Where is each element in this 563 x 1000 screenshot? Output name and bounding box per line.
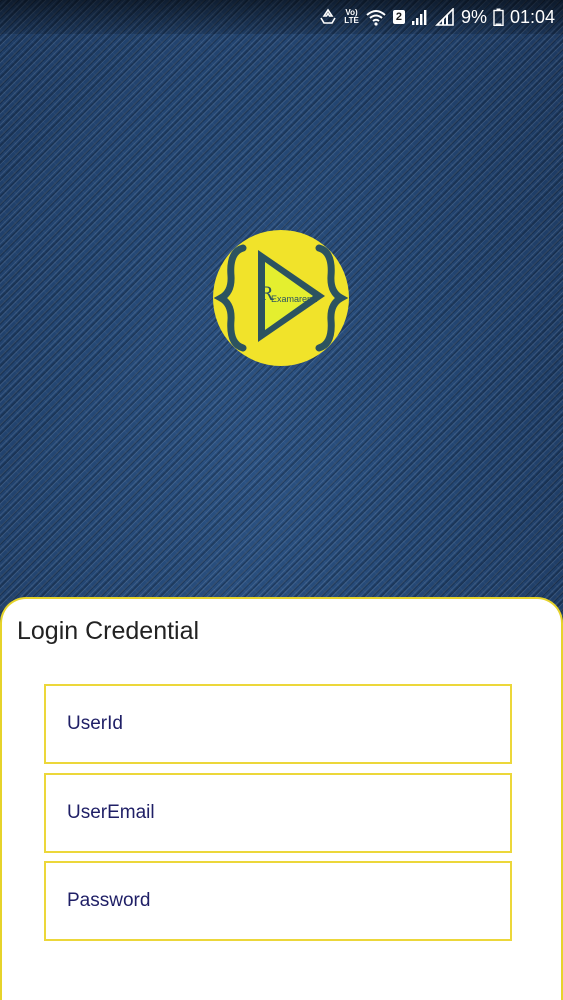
login-title: Login Credential [17,617,200,645]
login-screen: Vo) LTE 2 9% 01:04 R Examarena Login Cre… [0,0,563,1000]
battery-icon [493,8,504,26]
password-input[interactable] [46,863,510,939]
logo-text: Examarena [271,294,317,304]
useremail-input[interactable] [46,775,510,851]
volte-bottom-label: LTE [344,16,359,25]
battery-percent: 9% [460,6,487,27]
status-bar: Vo) LTE 2 9% 01:04 [0,0,563,34]
userid-input[interactable] [46,686,510,762]
wifi-icon [365,8,387,26]
password-field[interactable] [44,861,512,941]
useremail-field[interactable] [44,773,512,853]
volte-icon: Vo) LTE [344,9,359,25]
signal-2-icon [435,8,455,26]
play-logo-icon: R Examarena [213,230,349,366]
login-card: Login Credential [0,597,563,1000]
signal-1-icon [411,8,429,26]
sync-icon [318,8,338,26]
userid-field[interactable] [44,684,512,764]
app-logo: R Examarena [213,230,349,366]
clock: 01:04 [509,6,555,27]
sim-2-icon: 2 [392,10,405,24]
